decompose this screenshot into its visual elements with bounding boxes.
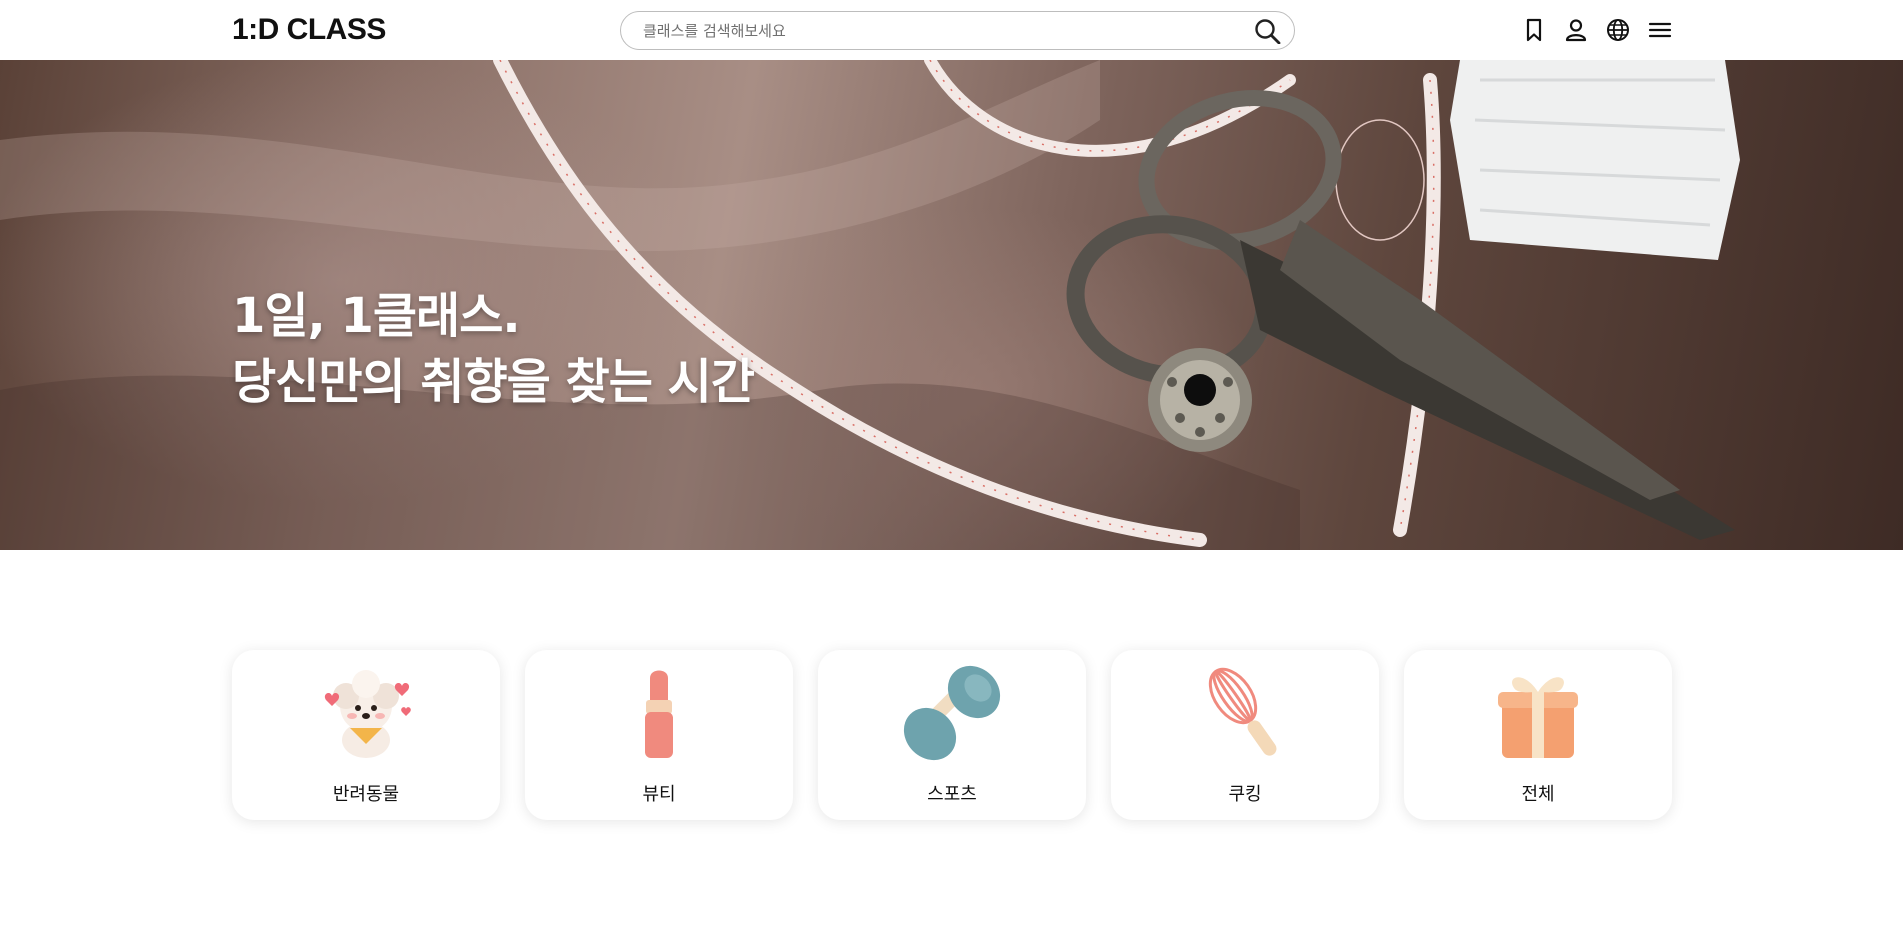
top-header: 1:D CLASS: [0, 0, 1903, 60]
search-bar: [620, 11, 1295, 50]
hero-subheadline: 당신만의 취향을 찾는 시간: [232, 354, 755, 410]
hero-headline: 1일, 1클래스.: [232, 288, 521, 344]
search-input[interactable]: [643, 12, 1243, 49]
category-label: 쿠킹: [1228, 784, 1262, 805]
category-label: 스포츠: [927, 784, 977, 805]
lipstick-icon: [609, 662, 709, 762]
site-logo[interactable]: 1:D CLASS: [232, 14, 386, 46]
dumbbell-icon: [902, 662, 1002, 762]
user-icon[interactable]: [1562, 16, 1590, 44]
category-card-beauty[interactable]: 뷰티: [525, 650, 793, 820]
header-actions: [1520, 16, 1680, 44]
category-card-cooking[interactable]: 쿠킹: [1111, 650, 1379, 820]
search-icon[interactable]: [1254, 18, 1282, 45]
category-card-sports[interactable]: 스포츠: [818, 650, 1086, 820]
gift-icon: [1488, 662, 1588, 762]
menu-icon[interactable]: [1646, 16, 1674, 44]
category-label: 전체: [1521, 784, 1555, 805]
bookmark-icon[interactable]: [1520, 16, 1548, 44]
category-label: 뷰티: [642, 784, 676, 805]
whisk-icon: [1195, 662, 1295, 762]
category-list: 반려동물 뷰티 스포츠 쿠킹 전체: [232, 650, 1672, 820]
category-card-all[interactable]: 전체: [1404, 650, 1672, 820]
category-label: 반려동물: [332, 784, 400, 805]
globe-icon[interactable]: [1604, 16, 1632, 44]
hero-banner[interactable]: 1일, 1클래스. 당신만의 취향을 찾는 시간: [0, 60, 1903, 550]
puppy-icon: [316, 662, 416, 762]
category-card-pets[interactable]: 반려동물: [232, 650, 500, 820]
